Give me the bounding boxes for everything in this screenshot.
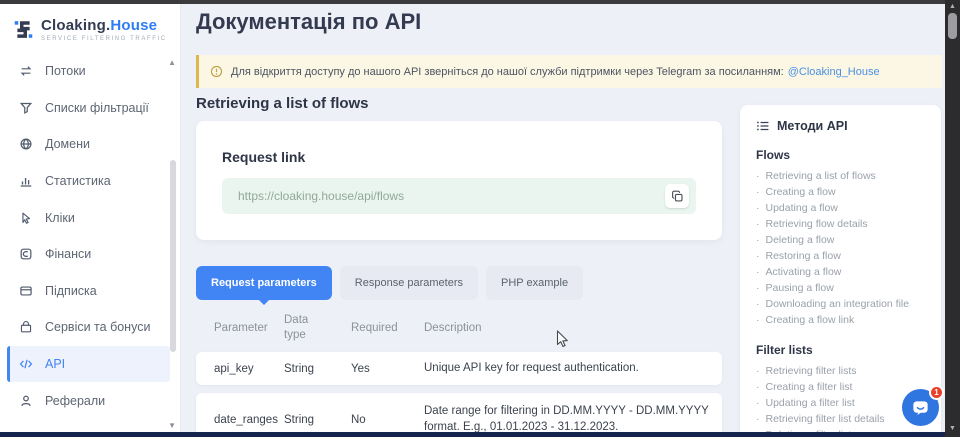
method-link[interactable]: Updating a flow: [756, 200, 933, 216]
brand-tagline: SERVICE FILTERING TRAFFIC: [41, 36, 167, 42]
method-link[interactable]: Downloading an integration file: [756, 296, 933, 312]
api-icon: [19, 357, 33, 371]
cell-data-type: String: [284, 363, 351, 375]
method-link[interactable]: Activating a flow: [756, 264, 933, 280]
sidebar-item-clicks[interactable]: Кліки: [7, 199, 170, 236]
request-url: https://cloaking.house/api/flows: [238, 189, 404, 203]
finance-icon: [19, 247, 33, 261]
tab-request-parameters[interactable]: Request parameters: [196, 266, 332, 300]
section-title: Retrieving a list of flows: [196, 95, 369, 112]
request-url-field: https://cloaking.house/api/flows: [222, 178, 696, 214]
sidebar-item-flows[interactable]: Потоки: [7, 53, 170, 90]
sidebar-item-label: Списки фільтрації: [45, 101, 149, 115]
mouse-cursor: [556, 330, 570, 349]
method-link[interactable]: Restoring a flow: [756, 248, 933, 264]
cell-required: No: [351, 414, 424, 426]
brand-name: Cloaking.: [41, 17, 110, 34]
sidebar-item-label: Домени: [45, 137, 90, 151]
subscription-icon: [19, 284, 33, 298]
method-link[interactable]: Retrieving filter lists: [756, 363, 933, 379]
logo[interactable]: Cloaking.House SERVICE FILTERING TRAFFIC: [0, 4, 180, 42]
bottom-window-strip: [0, 432, 960, 437]
sidebar-item-label: Підписка: [45, 284, 97, 298]
sidebar-item-finance[interactable]: Фінанси: [7, 236, 170, 273]
sidebar-item-label: Реферали: [45, 394, 105, 408]
sidebar-item-label: Фінанси: [45, 247, 91, 261]
brand-name-accent: House: [110, 17, 157, 34]
scrollbar-thumb[interactable]: [948, 13, 957, 39]
sidebar-item-label: Сервіси та бонуси: [45, 320, 150, 334]
cell-required: Yes: [351, 363, 424, 375]
method-link[interactable]: Deleting a flow: [756, 232, 933, 248]
browser-scrollbar[interactable]: ▲ ▼: [945, 0, 960, 437]
page-title: Документація по API: [196, 9, 421, 35]
sidebar-item-label: Кліки: [45, 211, 75, 225]
sidebar-item-domains[interactable]: Домени: [7, 126, 170, 163]
cell-description: Unique API key for request authenticatio…: [424, 361, 710, 377]
method-link[interactable]: Creating a flow: [756, 184, 933, 200]
cell-data-type: String: [284, 414, 351, 426]
statistics-icon: [19, 174, 33, 188]
top-window-strip: [0, 0, 960, 4]
sidebar-item-label: API: [45, 357, 65, 371]
tab-php-example[interactable]: PHP example: [486, 266, 583, 300]
cell-parameter: date_ranges: [214, 414, 284, 426]
referrals-icon: [19, 394, 33, 408]
info-icon: [210, 65, 223, 78]
list-icon: [756, 119, 770, 133]
sidebar-item-label: Статистика: [45, 174, 111, 188]
cell-description: Date range for filtering in DD.MM.YYYY -…: [424, 404, 710, 435]
brand-mark-icon: [13, 19, 34, 40]
methods-group-filter-lists: Filter lists: [756, 343, 933, 357]
clicks-icon: [19, 211, 33, 225]
copy-icon: [671, 190, 684, 203]
table-row: date_ranges String No Date range for fil…: [196, 393, 722, 437]
request-link-title: Request link: [222, 149, 305, 165]
logo-text: Cloaking.House SERVICE FILTERING TRAFFIC: [41, 17, 167, 42]
scroll-up-icon[interactable]: ▲: [945, 2, 960, 12]
col-data-type: Data type: [284, 313, 314, 343]
services-icon: [19, 320, 33, 334]
copy-button[interactable]: [665, 184, 689, 208]
app-window: Cloaking.House SERVICE FILTERING TRAFFIC…: [0, 0, 960, 437]
col-parameter: Parameter: [214, 322, 284, 334]
flows-icon: [19, 64, 33, 78]
request-link-card: Request link https://cloaking.house/api/…: [196, 121, 722, 240]
col-required: Required: [351, 322, 424, 334]
chat-unread-badge: 1: [929, 385, 944, 400]
col-description: Description: [424, 322, 722, 334]
sidebar-scroll-down-icon[interactable]: ▼: [168, 421, 176, 430]
sidebar-item-referrals[interactable]: Реферали: [7, 382, 170, 419]
sidebar-item-label: Потоки: [45, 64, 86, 78]
sidebar: Cloaking.House SERVICE FILTERING TRAFFIC…: [0, 4, 181, 432]
method-link[interactable]: Retrieving flow details: [756, 216, 933, 232]
method-link[interactable]: Pausing a flow: [756, 280, 933, 296]
sidebar-item-filter-lists[interactable]: Списки фільтрації: [7, 90, 170, 127]
methods-group-flows: Flows: [756, 148, 933, 162]
tab-bar: Request parameters Response parameters P…: [196, 266, 583, 300]
table-row: api_key String Yes Unique API key for re…: [196, 352, 722, 385]
scroll-down-icon[interactable]: ▼: [945, 424, 960, 434]
sidebar-item-services[interactable]: Сервіси та бонуси: [7, 309, 170, 346]
sidebar-item-subscription[interactable]: Підписка: [7, 273, 170, 310]
sidebar-item-api[interactable]: API: [7, 346, 170, 383]
notice-text: Для відкриття доступу до нашого API звер…: [231, 66, 784, 78]
tab-response-parameters[interactable]: Response parameters: [340, 266, 478, 300]
method-link[interactable]: Retrieving a list of flows: [756, 168, 933, 184]
sidebar-scrollbar-thumb[interactable]: [170, 160, 176, 352]
method-link[interactable]: Creating a filter list: [756, 379, 933, 395]
filter-lists-icon: [19, 101, 33, 115]
notice-banner: Для відкриття доступу до нашого API звер…: [196, 55, 942, 88]
domains-icon: [19, 137, 33, 151]
methods-title: Методи API: [777, 119, 848, 133]
method-link[interactable]: Creating a flow link: [756, 312, 933, 328]
api-methods-panel: Методи API Flows Retrieving a list of fl…: [740, 105, 941, 437]
sidebar-item-statistics[interactable]: Статистика: [7, 163, 170, 200]
chat-bubble-icon: [911, 398, 930, 417]
sidebar-nav: Потоки Списки фільтрації Домени Статисти…: [0, 53, 180, 419]
table-header: Parameter Data type Required Description: [196, 309, 722, 347]
telegram-link[interactable]: @Cloaking_House: [788, 66, 880, 78]
methods-header: Методи API: [756, 119, 933, 133]
cell-parameter: api_key: [214, 363, 284, 375]
